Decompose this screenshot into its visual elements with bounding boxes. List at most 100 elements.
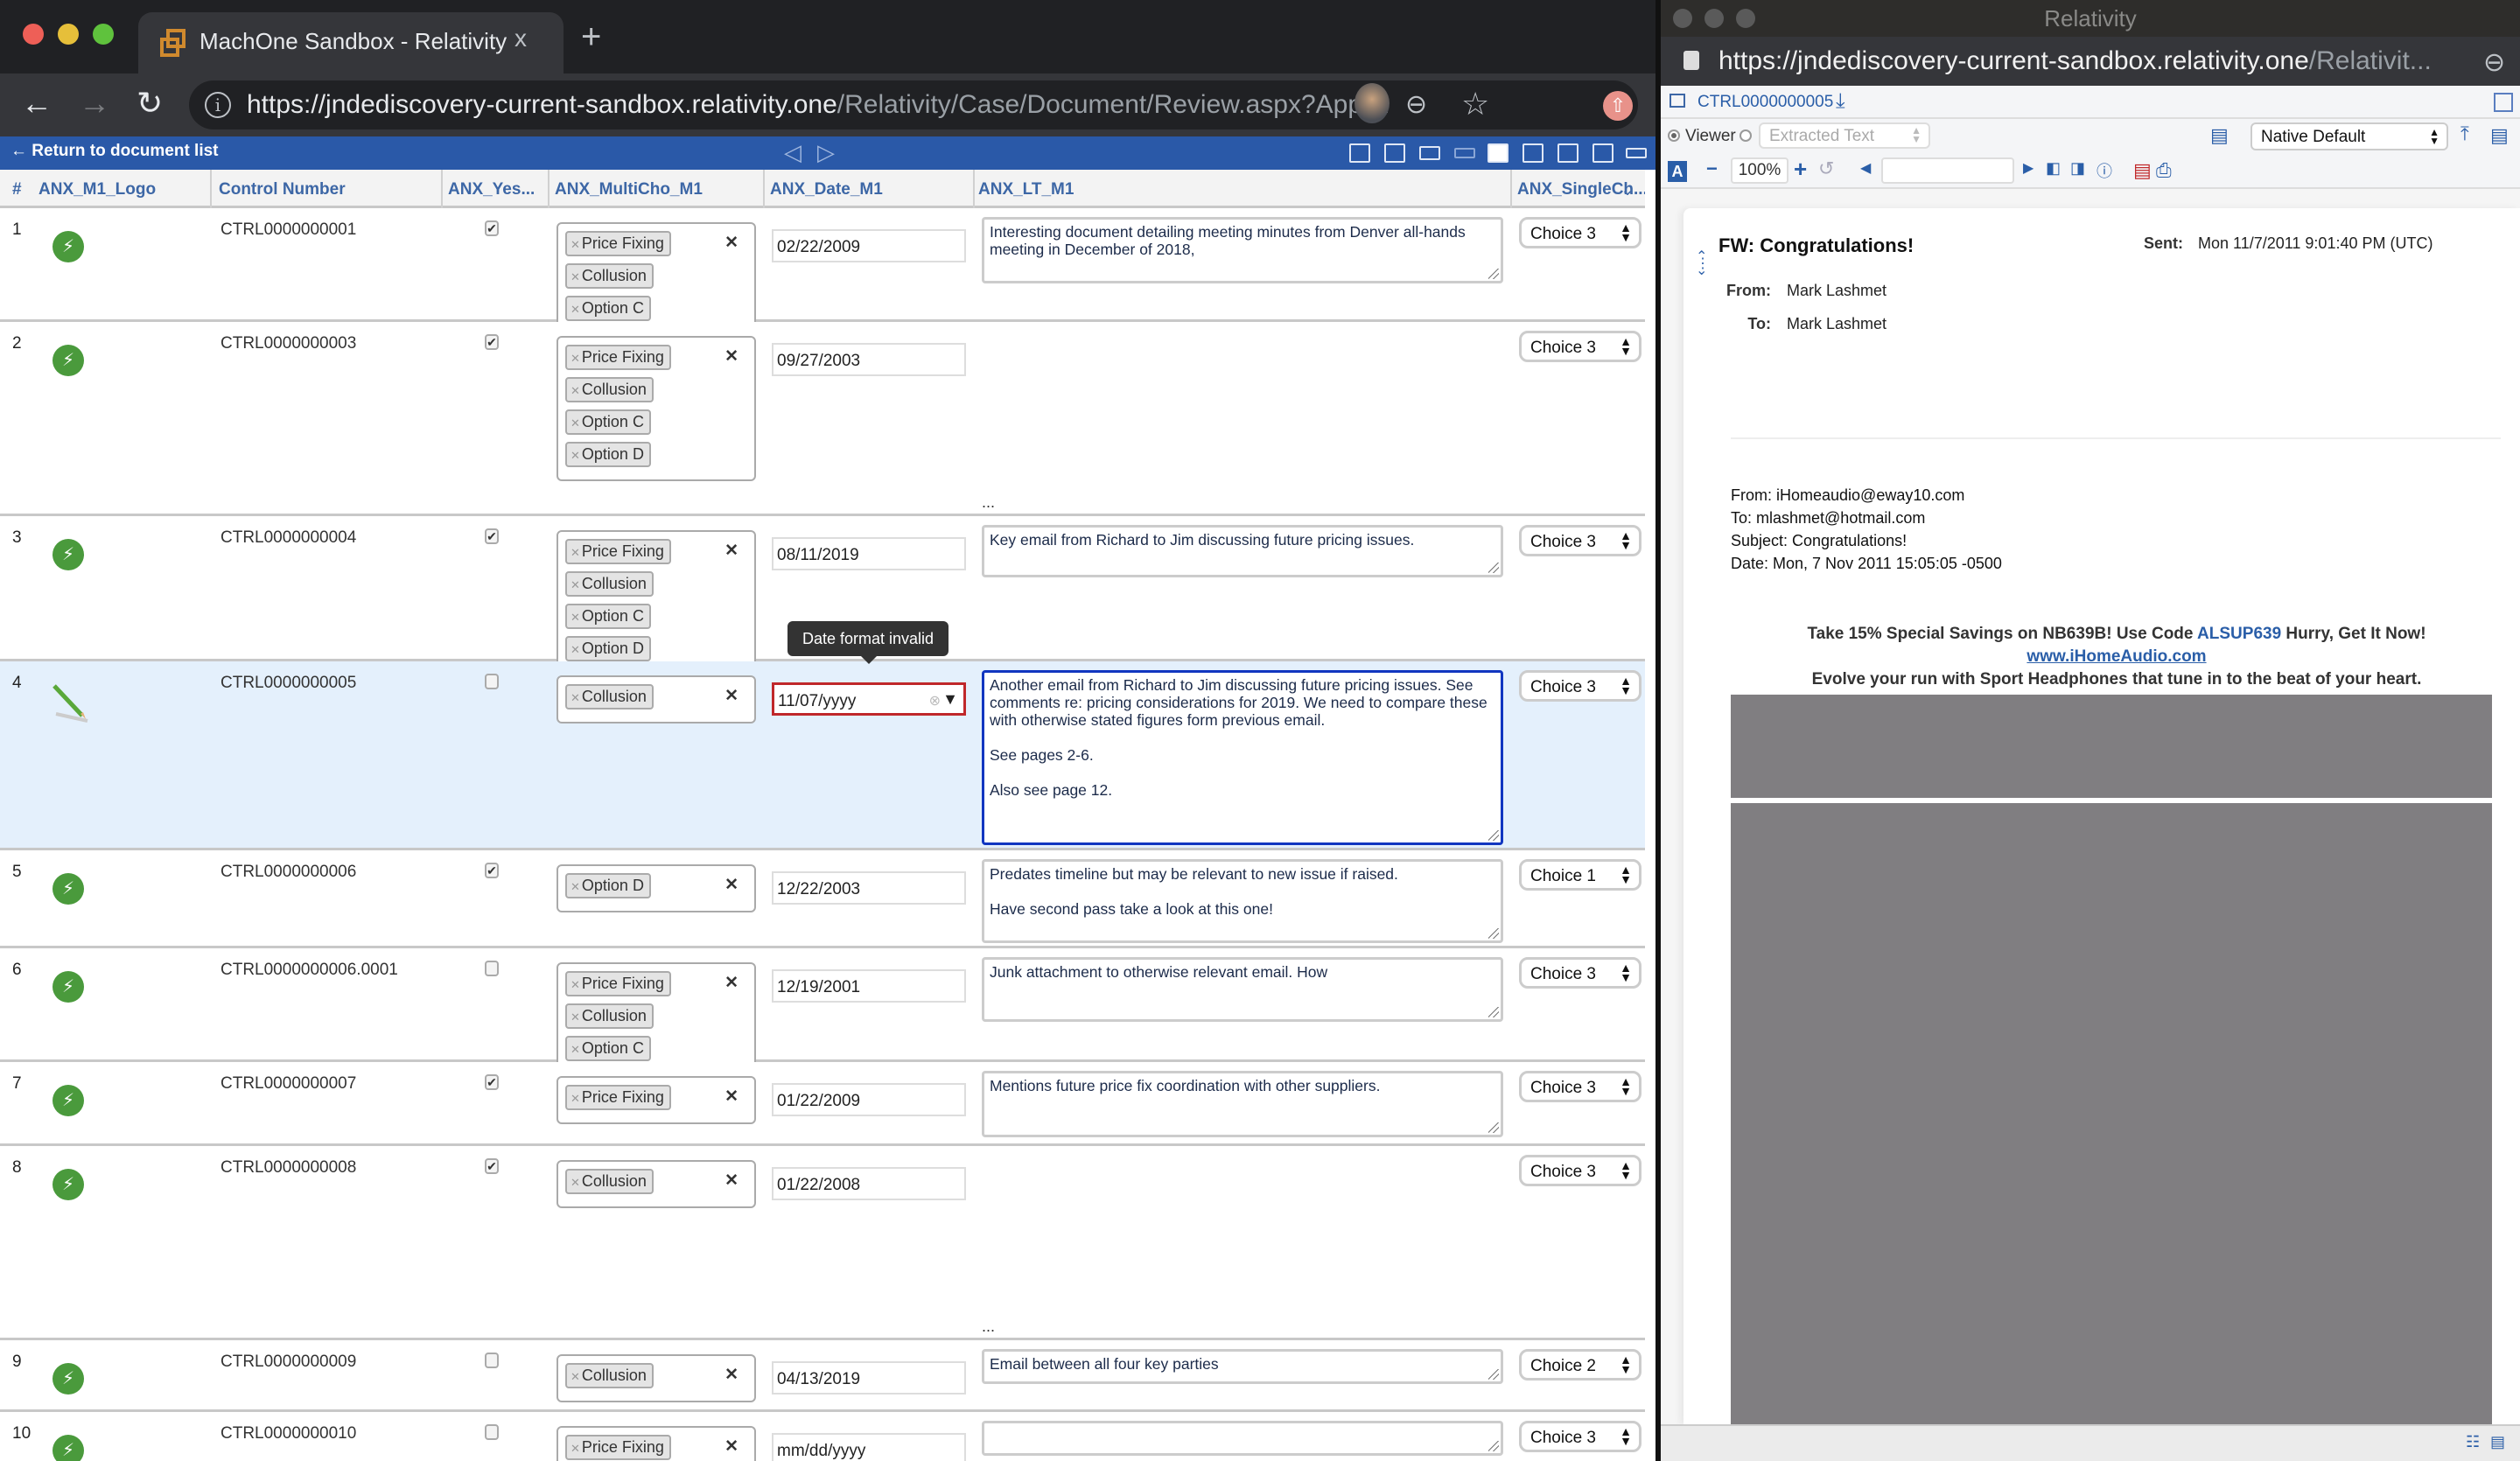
remove-tag-icon[interactable]: ✕ (570, 416, 580, 430)
multichoice-tag[interactable]: ✕ Price Fixing (565, 539, 671, 564)
multichoice-tag[interactable]: ✕ Price Fixing (565, 345, 671, 370)
maximize-window-button[interactable] (93, 24, 114, 45)
previous-document-icon[interactable]: ◁ (784, 140, 802, 164)
clear-all-icon[interactable]: ✕ (724, 346, 738, 367)
site-info-icon[interactable]: i (205, 92, 231, 118)
remove-tag-icon[interactable]: ✕ (570, 643, 580, 656)
date-input[interactable]: 04/13/2019 (772, 1361, 966, 1395)
forward-button[interactable]: → (79, 86, 110, 121)
control-number[interactable]: CTRL0000000009 (220, 1353, 356, 1372)
multichoice-tag[interactable]: ✕ Option C (565, 409, 651, 435)
long-text-field[interactable]: Predates timeline but may be relevant to… (982, 859, 1503, 943)
multichoice-tag[interactable]: ✕ Option C (565, 296, 651, 321)
column-header-logo[interactable]: ANX_M1_Logo (38, 180, 156, 199)
remove-tag-icon[interactable]: ✕ (570, 384, 580, 397)
viewer-address-bar[interactable]: https://jndediscovery-current-sandbox.re… (1661, 37, 2520, 86)
single-choice-select[interactable]: Choice 2 ▲ ▼ (1519, 1349, 1642, 1381)
column-header-control-number[interactable]: Control Number (219, 180, 346, 199)
long-text-field[interactable]: Another email from Richard to Jim discus… (982, 670, 1503, 845)
column-header-date[interactable]: ANX_Date_M1 (770, 180, 883, 199)
promo-link[interactable]: www.iHomeAudio.com (2026, 647, 2206, 666)
panel-layout-icon[interactable] (1558, 143, 1578, 163)
control-number[interactable]: CTRL0000000006.0001 (220, 961, 398, 980)
resize-handle[interactable] (1488, 1369, 1499, 1380)
clear-date-icon[interactable]: ⊗ (929, 692, 941, 710)
remove-tag-icon[interactable]: ✕ (570, 880, 580, 893)
column-header-long-text[interactable]: ANX_LT_M1 (978, 180, 1074, 199)
download-icon[interactable]: ⤓ (1836, 89, 1845, 114)
table-row[interactable]: 8 ⚡︎ CTRL0000000008 ✔ ✕ Collusion ✕ 01/22/2008.… (0, 1146, 1645, 1340)
date-input[interactable]: mm/dd/yyyy (772, 1433, 966, 1461)
remove-tag-icon[interactable]: ✕ (570, 691, 580, 704)
rotate-icon[interactable]: ↺ (1818, 157, 1834, 180)
browser-tab[interactable]: MachOne Sandbox - Relativity x (138, 12, 564, 73)
control-number[interactable]: CTRL0000000008 (220, 1158, 356, 1178)
bookmark-star-icon[interactable]: ☆ (1461, 86, 1489, 122)
resize-handle[interactable] (1488, 1441, 1499, 1451)
address-bar[interactable]: i https://jndediscovery-current-sandbox.… (189, 80, 1638, 129)
clear-all-icon[interactable]: ✕ (724, 1437, 738, 1457)
multichoice-field[interactable]: ✕ Option D ✕ (556, 864, 756, 912)
remove-tag-icon[interactable]: ✕ (570, 270, 580, 283)
multichoice-tag[interactable]: ✕ Price Fixing (565, 231, 671, 256)
remove-tag-icon[interactable]: ✕ (570, 303, 580, 316)
remove-tag-icon[interactable]: ✕ (570, 449, 580, 462)
yes-no-checkbox[interactable] (485, 1424, 499, 1440)
resize-handle[interactable] (1488, 1122, 1499, 1133)
yes-no-checkbox[interactable]: ✔ (485, 1158, 499, 1174)
back-button[interactable]: ← (21, 86, 52, 121)
zoom-icon[interactable]: ⊖ (1405, 89, 1427, 120)
print-alt-icon[interactable] (1384, 143, 1405, 163)
control-number[interactable]: CTRL0000000004 (220, 528, 356, 548)
multichoice-tag[interactable]: ✕ Collusion (565, 1169, 654, 1194)
table-row[interactable]: 2 ⚡︎ CTRL0000000003 ✔ ✕ Price Fixing ✕ Collusio… (0, 322, 1645, 516)
zoom-level-input[interactable]: 100% (1731, 157, 1788, 184)
date-input[interactable]: 02/22/2009 (772, 229, 966, 262)
long-text-field[interactable]: Key email from Richard to Jim discussing… (982, 525, 1503, 577)
yes-no-checkbox[interactable] (485, 1353, 499, 1368)
grid-layout-icon[interactable] (1488, 143, 1508, 163)
date-input[interactable]: 11/07/yyyy ⊗ ▼ (772, 682, 966, 716)
header-toggle-icon[interactable]: ⌃ ⋮ ⌄ (1696, 250, 1710, 278)
tab-close-icon[interactable]: x (514, 24, 527, 52)
date-input[interactable]: 08/11/2019 (772, 537, 966, 570)
sync-viewer-icon[interactable]: ▤ (2490, 1433, 2505, 1451)
date-input[interactable]: 01/22/2008 (772, 1167, 966, 1200)
profile-avatar[interactable] (1354, 83, 1390, 123)
yes-no-checkbox[interactable]: ✔ (485, 220, 499, 236)
multichoice-tag[interactable]: ✕ Collusion (565, 684, 654, 710)
previous-highlight-icon[interactable]: ◧ (2046, 159, 2061, 178)
multichoice-tag[interactable]: ✕ Option C (565, 1036, 651, 1061)
long-text-field[interactable]: Mentions future price fix coordination w… (982, 1071, 1503, 1137)
table-row[interactable]: 6 ⚡︎ CTRL0000000006.0001 ✕ Price Fixing ✕ Coll… (0, 948, 1645, 1075)
remove-tag-icon[interactable]: ✕ (570, 238, 580, 251)
date-input[interactable]: 12/22/2003 (772, 871, 966, 905)
multichoice-field[interactable]: ✕ Price Fixing ✕ Collusion ✕ Option C ✕ (556, 962, 756, 1075)
remove-tag-icon[interactable]: ✕ (570, 352, 580, 365)
control-number[interactable]: CTRL0000000006 (220, 863, 356, 882)
email-forward-icon[interactable] (2494, 93, 2513, 112)
remove-tag-icon[interactable]: ✕ (570, 1176, 580, 1189)
clear-all-icon[interactable]: ✕ (724, 973, 738, 993)
clear-all-icon[interactable]: ✕ (724, 875, 738, 895)
collapse-icon[interactable] (1626, 148, 1647, 158)
next-page-icon[interactable]: ▶ (2023, 159, 2034, 177)
more-ellipsis[interactable]: ... (982, 1318, 995, 1336)
viewer-radio[interactable] (1668, 129, 1680, 142)
multichoice-tag[interactable]: ✕ Option C (565, 604, 651, 629)
family-tree-icon[interactable]: ☷ (2466, 1433, 2480, 1451)
control-number[interactable]: CTRL0000000007 (220, 1074, 356, 1094)
remove-tag-icon[interactable]: ✕ (570, 578, 580, 591)
layout-list-icon[interactable]: ▤ (2210, 124, 2229, 147)
resize-handle[interactable] (1488, 563, 1499, 573)
more-ellipsis[interactable]: ... (982, 493, 995, 512)
info-icon[interactable]: ⓘ (2096, 159, 2112, 182)
remove-tag-icon[interactable]: ✕ (570, 611, 580, 624)
remove-tag-icon[interactable]: ✕ (570, 1010, 580, 1024)
multichoice-tag[interactable]: ✕ Collusion (565, 571, 654, 597)
control-number[interactable]: CTRL0000000005 (220, 674, 356, 693)
date-input[interactable]: 12/19/2001 (772, 969, 966, 1003)
date-picker-dropdown-icon[interactable]: ▼ (942, 690, 958, 709)
control-number[interactable]: CTRL0000000001 (220, 220, 356, 240)
yes-no-checkbox[interactable]: ✔ (485, 334, 499, 350)
